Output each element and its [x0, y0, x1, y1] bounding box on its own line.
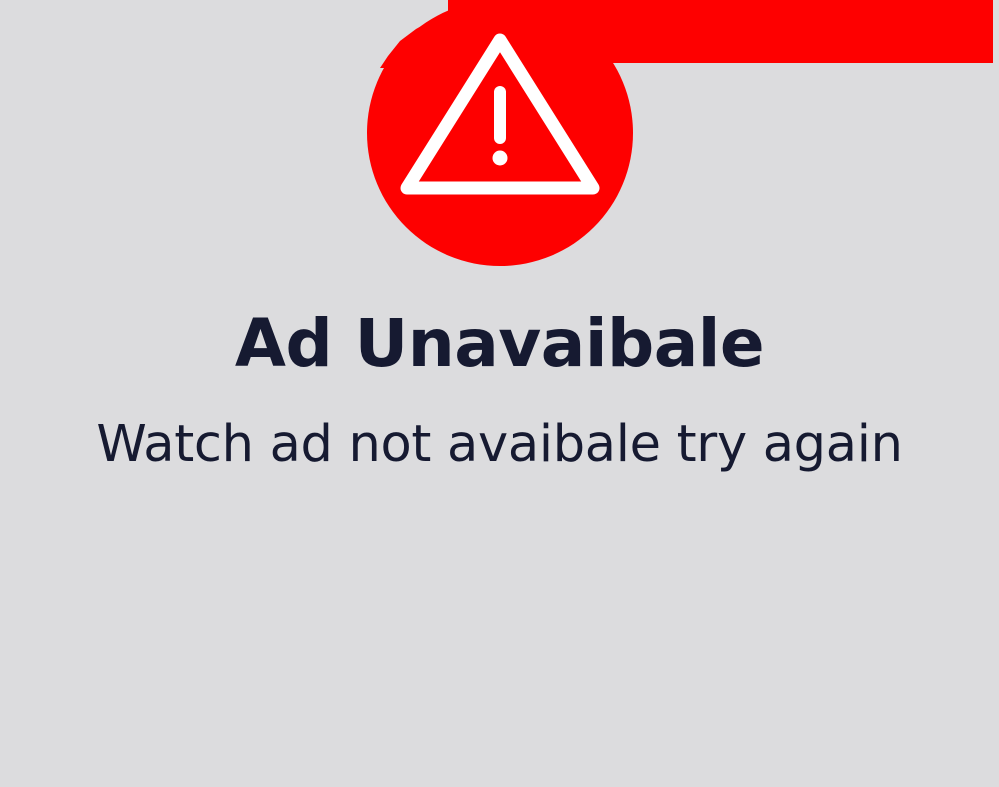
dialog-message: Watch ad not avaibale try again: [96, 415, 903, 474]
dialog-title: Ad Unavaibale: [234, 305, 765, 382]
warning-triangle-icon: [367, 0, 633, 266]
alert-badge: [367, 0, 633, 266]
